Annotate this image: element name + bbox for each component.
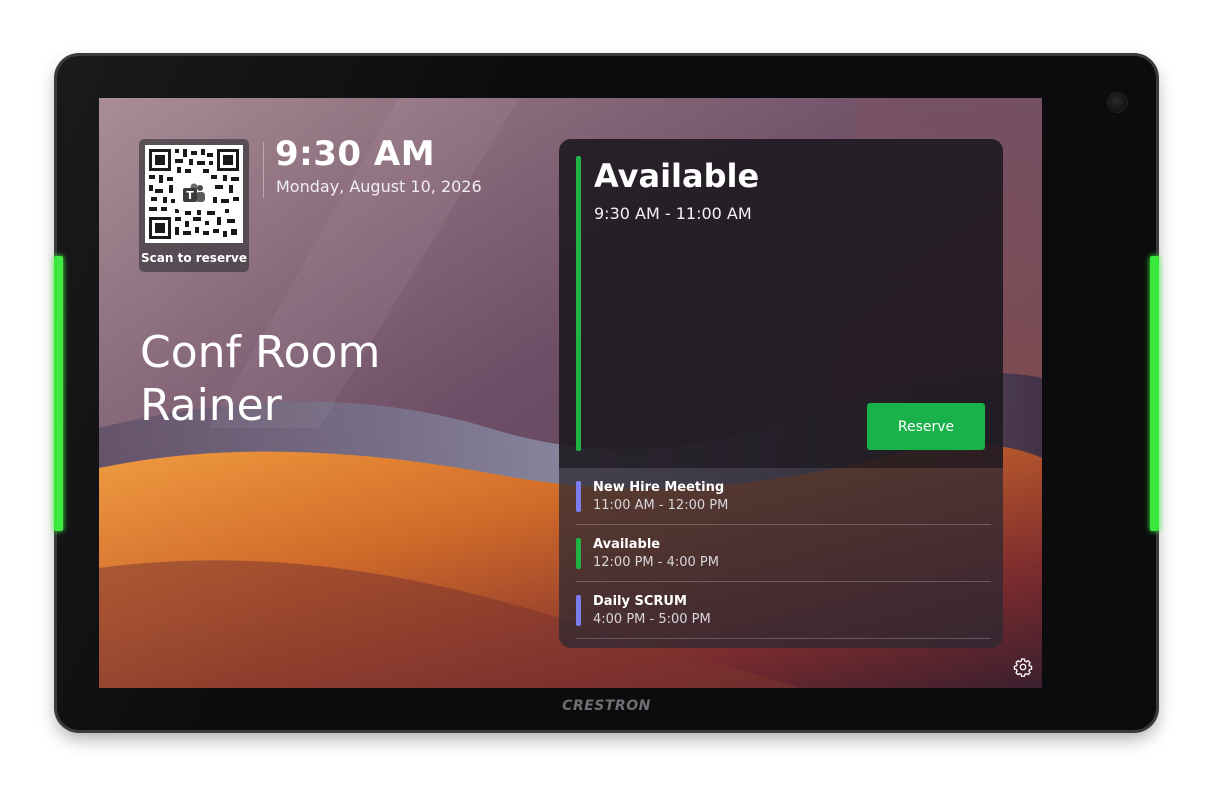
- current-date: Monday, August 10, 2026: [276, 177, 482, 196]
- event-time: 12:00 PM - 4:00 PM: [593, 555, 719, 570]
- event-color-bar: [576, 538, 581, 569]
- crestron-logo: CRESTRON: [562, 698, 651, 714]
- schedule-panel: Available 9:30 AM - 11:00 AM Reserve New…: [559, 139, 1003, 648]
- event-title: Daily SCRUM: [593, 594, 687, 609]
- current-status-card: Available 9:30 AM - 11:00 AM Reserve: [559, 139, 1003, 468]
- header-divider: [263, 142, 264, 198]
- list-item[interactable]: Available 12:00 PM - 4:00 PM: [576, 525, 991, 582]
- qr-reserve-card[interactable]: T Scan to reserve: [139, 139, 249, 272]
- svg-text:T: T: [186, 189, 194, 202]
- gear-icon[interactable]: [1013, 657, 1033, 677]
- room-name: Conf Room Rainer: [140, 326, 560, 432]
- event-color-bar: [576, 481, 581, 512]
- event-color-bar: [576, 595, 581, 626]
- scan-to-reserve-label: Scan to reserve: [141, 251, 247, 265]
- list-item[interactable]: Daily SCRUM 4:00 PM - 5:00 PM: [576, 582, 991, 639]
- status-led-left: [54, 256, 63, 531]
- qr-code[interactable]: T: [145, 145, 243, 243]
- list-divider: [576, 638, 991, 639]
- room-name-line1: Conf Room: [140, 327, 381, 378]
- room-name-line2: Rainer: [140, 380, 282, 431]
- event-time: 11:00 AM - 12:00 PM: [593, 498, 729, 513]
- event-title: New Hire Meeting: [593, 480, 725, 495]
- event-title: Available: [593, 537, 661, 552]
- status-color-bar: [576, 156, 581, 451]
- list-item[interactable]: New Hire Meeting 11:00 AM - 12:00 PM: [576, 468, 991, 525]
- room-scheduler-screen: T Scan to reserve 9:30 AM Monday, August…: [99, 98, 1042, 688]
- status-led-right: [1150, 256, 1159, 531]
- status-title: Available: [594, 157, 760, 195]
- reserve-button[interactable]: Reserve: [867, 403, 985, 450]
- touch-panel-device: T Scan to reserve 9:30 AM Monday, August…: [54, 56, 1159, 730]
- status-time-range: 9:30 AM - 11:00 AM: [594, 204, 752, 223]
- current-time: 9:30 AM: [275, 134, 436, 174]
- upcoming-events-list[interactable]: New Hire Meeting 11:00 AM - 12:00 PM Ava…: [559, 468, 1003, 648]
- camera-lens: [1108, 93, 1127, 112]
- event-time: 4:00 PM - 5:00 PM: [593, 612, 711, 627]
- teams-icon: T: [183, 183, 205, 202]
